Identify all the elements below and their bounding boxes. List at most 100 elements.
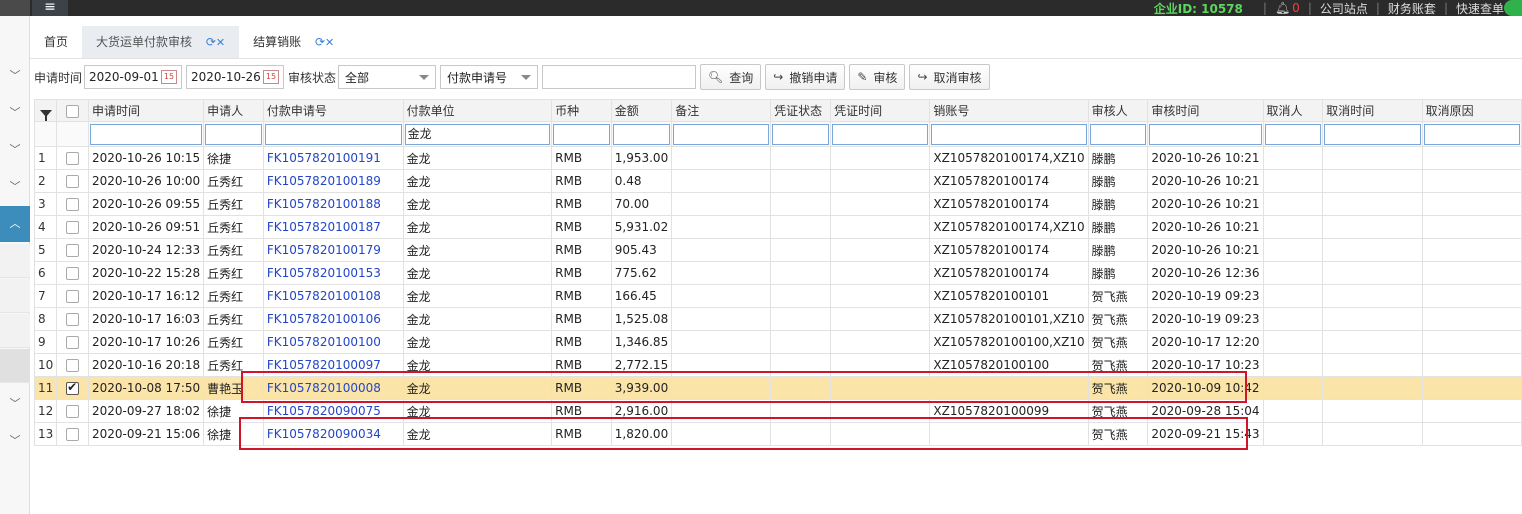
- column-header[interactable]: 审核时间: [1147, 99, 1264, 122]
- checkbox[interactable]: [66, 290, 80, 303]
- quick-query-link[interactable]: 快速查单: [1456, 0, 1504, 17]
- select-all-checkbox[interactable]: [56, 99, 89, 122]
- column-header[interactable]: 申请人: [203, 99, 264, 122]
- company-site-link[interactable]: 公司站点: [1320, 0, 1368, 17]
- row-checkbox[interactable]: [56, 399, 89, 423]
- table-row[interactable]: 9 2020-10-17 10:26 丘秀红 FK1057820100100 金龙 RMB…: [33, 330, 1522, 354]
- filter-input[interactable]: [832, 123, 929, 145]
- column-header[interactable]: 取消人: [1262, 99, 1324, 122]
- close-icon[interactable]: ✕: [325, 36, 334, 49]
- filter-input[interactable]: [1149, 123, 1262, 145]
- filter-input[interactable]: [1423, 123, 1520, 145]
- chevron-down-icon[interactable]: ﹀: [0, 95, 30, 131]
- checkbox[interactable]: [66, 175, 80, 188]
- checkbox[interactable]: [66, 244, 80, 257]
- cell-apply-no-link[interactable]: FK1057820100188: [262, 192, 404, 216]
- column-header[interactable]: 销账号: [929, 99, 1089, 122]
- search-input[interactable]: [542, 65, 697, 89]
- checkbox[interactable]: [66, 336, 80, 349]
- column-header[interactable]: 付款单位: [402, 99, 553, 122]
- refresh-icon[interactable]: ⟳: [206, 35, 216, 49]
- filter-input[interactable]: [553, 123, 610, 145]
- cell-apply-no-link[interactable]: FK1057820100108: [262, 284, 404, 308]
- column-header[interactable]: 审核人: [1087, 99, 1149, 122]
- table-row[interactable]: 4 2020-10-26 09:51 丘秀红 FK1057820100187 金龙 RMB…: [33, 215, 1522, 239]
- calendar-icon[interactable]: 15: [263, 70, 280, 84]
- filter-icon[interactable]: [33, 99, 58, 122]
- filter-input[interactable]: [772, 123, 830, 145]
- checkbox[interactable]: [66, 405, 80, 418]
- chevron-down-icon[interactable]: ﹀: [0, 423, 30, 459]
- sidebar-subitem[interactable]: [0, 314, 30, 348]
- filter-input-payer[interactable]: 金龙: [404, 123, 551, 145]
- cell-apply-no-link[interactable]: FK1057820100106: [262, 307, 404, 331]
- menu-icon[interactable]: ≡: [32, 0, 68, 16]
- filter-input[interactable]: [673, 123, 770, 145]
- table-row[interactable]: 5 2020-10-24 12:33 丘秀红 FK1057820100179 金龙 RMB…: [33, 238, 1522, 262]
- status-select[interactable]: 全部: [338, 65, 437, 89]
- row-checkbox[interactable]: [56, 307, 89, 331]
- checkbox[interactable]: [66, 152, 80, 165]
- checkbox[interactable]: [66, 267, 80, 280]
- row-checkbox[interactable]: [56, 192, 89, 216]
- calendar-icon[interactable]: 15: [161, 70, 178, 84]
- table-row[interactable]: 3 2020-10-26 09:55 丘秀红 FK1057820100188 金龙 RMB…: [33, 192, 1522, 216]
- checkbox[interactable]: [66, 359, 80, 372]
- refresh-icon[interactable]: ⟳: [315, 35, 325, 49]
- cell-apply-no-link[interactable]: FK1057820100187: [262, 215, 404, 239]
- column-header[interactable]: 凭证状态: [770, 99, 832, 122]
- sidebar-subitem[interactable]: [0, 279, 30, 313]
- row-checkbox[interactable]: [56, 215, 89, 239]
- table-row[interactable]: 6 2020-10-22 15:28 丘秀红 FK1057820100153 金龙 RMB…: [33, 261, 1522, 285]
- filter-input[interactable]: [1264, 123, 1322, 145]
- row-checkbox[interactable]: [56, 169, 89, 193]
- filter-input[interactable]: [612, 123, 671, 145]
- audit-button[interactable]: ✎ 审核: [849, 64, 906, 90]
- row-checkbox[interactable]: [56, 146, 89, 170]
- checkbox[interactable]: [66, 313, 80, 326]
- sidebar-subitem[interactable]: [0, 244, 30, 278]
- tab-payment-audit[interactable]: 大货运单付款审核 ⟳✕: [82, 26, 240, 58]
- bell-icon[interactable]: 🔔︎: [1275, 1, 1290, 15]
- date-to-field[interactable]: 2020-10-26 15: [186, 65, 285, 89]
- filter-input[interactable]: [264, 123, 402, 145]
- checkbox[interactable]: [66, 198, 80, 211]
- close-icon[interactable]: ✕: [216, 36, 225, 49]
- finance-account-link[interactable]: 财务账套: [1388, 0, 1436, 17]
- tab-settlement[interactable]: 结算销账 ⟳✕: [239, 26, 348, 58]
- column-header[interactable]: 付款申请号: [262, 99, 404, 122]
- table-row[interactable]: 7 2020-10-17 16:12 丘秀红 FK1057820100108 金龙 RMB…: [33, 284, 1522, 308]
- tab-home[interactable]: 首页: [30, 26, 82, 58]
- column-header[interactable]: 金额: [610, 99, 673, 122]
- column-header[interactable]: 凭证时间: [830, 99, 931, 122]
- filter-input[interactable]: [931, 123, 1087, 145]
- table-row[interactable]: 8 2020-10-17 16:03 丘秀红 FK1057820100106 金龙 RMB…: [33, 307, 1522, 331]
- sidebar-subitem-active[interactable]: [0, 349, 30, 383]
- date-from-field[interactable]: 2020-09-01 15: [84, 65, 183, 89]
- chevron-down-icon[interactable]: ﹀: [0, 169, 30, 205]
- chevron-down-icon[interactable]: ﹀: [0, 386, 30, 422]
- cancel-audit-button[interactable]: ↪ 取消审核: [909, 64, 990, 90]
- cell-apply-no-link[interactable]: FK1057820100153: [262, 261, 404, 285]
- column-header[interactable]: 申请时间: [87, 99, 205, 122]
- chevron-up-icon[interactable]: ︿: [0, 206, 30, 242]
- cell-apply-no-link[interactable]: FK1057820100100: [262, 330, 404, 354]
- row-checkbox[interactable]: [56, 330, 89, 354]
- row-checkbox[interactable]: [56, 353, 89, 377]
- table-row[interactable]: 2 2020-10-26 10:00 丘秀红 FK1057820100189 金龙 RMB…: [33, 169, 1522, 193]
- checkbox[interactable]: [66, 221, 80, 234]
- row-checkbox[interactable]: [56, 238, 89, 262]
- cell-apply-no-link[interactable]: FK1057820100191: [262, 146, 404, 170]
- row-checkbox[interactable]: [56, 284, 89, 308]
- filter-input[interactable]: [1089, 123, 1147, 145]
- cell-apply-no-link[interactable]: FK1057820100179: [262, 238, 404, 262]
- column-header[interactable]: 备注: [671, 99, 772, 122]
- chevron-down-icon[interactable]: ﹀: [0, 58, 30, 94]
- cell-apply-no-link[interactable]: FK1057820100189: [262, 169, 404, 193]
- field-select[interactable]: 付款申请号: [440, 65, 539, 89]
- chevron-down-icon[interactable]: ﹀: [0, 132, 30, 168]
- column-header[interactable]: 取消时间: [1322, 99, 1423, 122]
- table-row[interactable]: 1 2020-10-26 10:15 徐捷 FK1057820100191 金龙 RMB 1…: [33, 146, 1522, 170]
- filter-input[interactable]: [90, 123, 203, 145]
- column-header[interactable]: 取消原因: [1421, 99, 1522, 122]
